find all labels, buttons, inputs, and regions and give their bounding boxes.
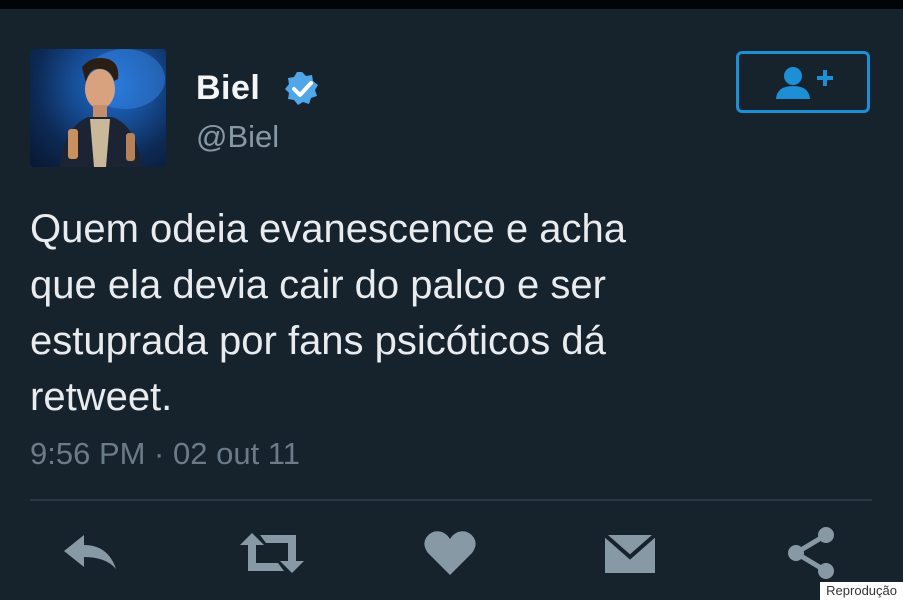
display-name[interactable]: Biel <box>196 69 260 108</box>
direct-message-button[interactable] <box>600 525 660 581</box>
retweet-icon <box>240 533 304 573</box>
verified-badge-icon <box>283 70 321 108</box>
message-icon <box>603 533 657 573</box>
watermark-label: Reprodução <box>820 582 903 600</box>
reply-icon <box>64 535 116 569</box>
add-user-icon <box>776 67 833 99</box>
username-handle[interactable]: @Biel <box>196 119 279 155</box>
top-bar <box>0 0 903 9</box>
share-icon <box>788 527 834 579</box>
retweet-button[interactable] <box>236 525 308 581</box>
like-icon <box>424 531 476 575</box>
reply-button[interactable] <box>60 525 120 581</box>
avatar[interactable] <box>30 49 166 167</box>
divider <box>30 499 872 501</box>
tweet-card: Biel @Biel Quem odeia evanescence e acha… <box>0 9 903 600</box>
tweet-text: Quem odeia evanescence e acha que ela de… <box>30 207 626 419</box>
like-button[interactable] <box>420 525 480 581</box>
share-button[interactable] <box>782 525 842 581</box>
follow-button[interactable] <box>736 51 870 113</box>
tweet-timestamp[interactable]: 9:56 PM · 02 out 11 <box>30 436 300 472</box>
